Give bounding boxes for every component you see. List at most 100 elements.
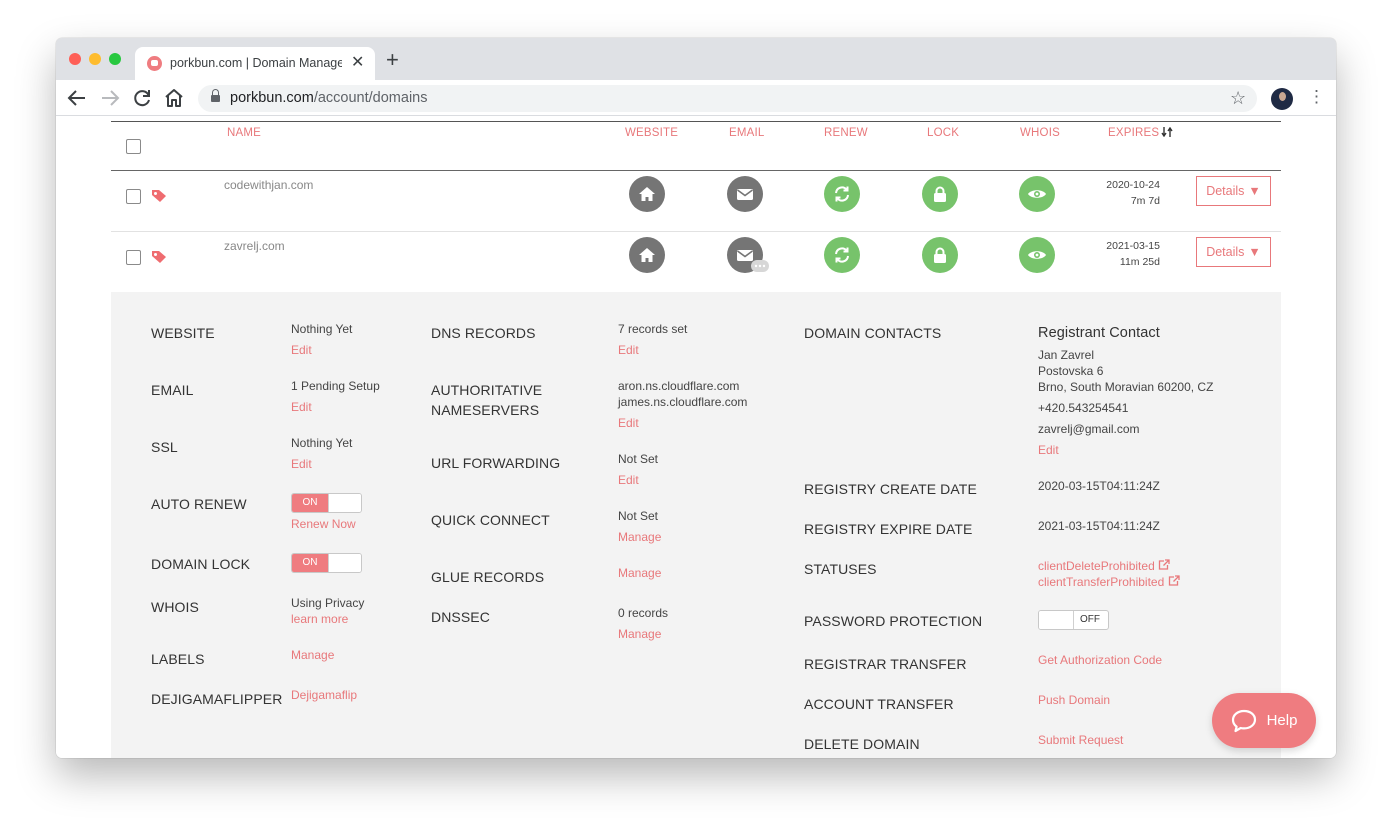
account-transfer-label: ACCOUNT TRANSFER — [804, 696, 954, 712]
renew-refresh-icon[interactable] — [824, 237, 860, 273]
caret-down-icon: ▼ — [1248, 184, 1261, 198]
domain-name[interactable]: codewithjan.com — [224, 178, 313, 192]
domain-lock-toggle[interactable]: ON — [291, 553, 362, 573]
caret-down-icon: ▼ — [1248, 245, 1261, 259]
column-header-email: EMAIL — [729, 127, 765, 139]
whois-eye-icon[interactable] — [1019, 176, 1055, 212]
status-client-transfer-prohibited[interactable]: clientTransferProhibited — [1038, 574, 1180, 590]
whois-eye-icon[interactable] — [1019, 237, 1055, 273]
renew-now-link[interactable]: Renew Now — [291, 516, 356, 532]
expires-cell: 2020-10-24 7m 7d — [1106, 179, 1160, 207]
registry-expire-date-label: REGISTRY EXPIRE DATE — [804, 521, 973, 537]
dns-records-label: DNS RECORDS — [431, 325, 536, 341]
lock-padlock-icon[interactable] — [922, 237, 958, 273]
back-arrow-icon[interactable] — [65, 86, 89, 110]
labels-manage-link[interactable]: Manage — [291, 647, 334, 663]
tag-icon[interactable] — [151, 250, 167, 264]
dejigamaflip-link[interactable]: Dejigamaflip — [291, 687, 357, 703]
nameservers-value: aron.ns.cloudflare.com james.ns.cloudflar… — [618, 379, 748, 409]
address-bar[interactable]: porkbun.com/account/domains — [198, 85, 1257, 112]
get-authorization-code-link[interactable]: Get Authorization Code — [1038, 652, 1162, 668]
row-checkbox[interactable] — [126, 189, 141, 204]
url-forwarding-label: URL FORWARDING — [431, 455, 561, 471]
reload-icon[interactable] — [130, 86, 154, 110]
url-forwarding-edit-link[interactable]: Edit — [618, 472, 639, 488]
close-window-button[interactable] — [69, 53, 81, 65]
lock-padlock-icon[interactable] — [922, 176, 958, 212]
forward-arrow-icon[interactable] — [98, 86, 122, 110]
details-button[interactable]: Details ▼ — [1196, 237, 1271, 267]
glue-records-label: GLUE RECORDS — [431, 569, 545, 585]
column-header-expires[interactable]: EXPIRES — [1108, 126, 1173, 139]
browser-menu-icon[interactable]: ⋮ — [1308, 87, 1325, 107]
glue-records-manage-link[interactable]: Manage — [618, 565, 661, 581]
website-home-icon[interactable] — [629, 237, 665, 273]
table-header-divider — [111, 170, 1281, 171]
tab-bar: porkbun.com | Domain Management ✕ + — [56, 38, 1336, 80]
registry-create-date-label: REGISTRY CREATE DATE — [804, 481, 977, 497]
push-domain-link[interactable]: Push Domain — [1038, 692, 1110, 708]
submit-request-link[interactable]: Submit Request — [1038, 732, 1123, 748]
dejigamaflipper-label: DEJIGAMAFLIPPER — [151, 691, 283, 707]
browser-tab[interactable]: porkbun.com | Domain Management ✕ — [135, 47, 375, 80]
header-divider — [111, 121, 1281, 122]
contact-name: Jan Zavrel — [1038, 348, 1095, 362]
column-header-renew: RENEW — [824, 127, 868, 139]
contacts-edit-link[interactable]: Edit — [1038, 442, 1059, 458]
browser-toolbar: porkbun.com/account/domains ☆ ⋮ — [56, 80, 1336, 116]
website-label: WEBSITE — [151, 325, 215, 341]
help-button[interactable]: Help — [1212, 693, 1316, 748]
statuses-label: STATUSES — [804, 561, 877, 577]
authoritative-nameservers-label: AUTHORITATIVE NAMESERVERS — [431, 382, 543, 418]
auto-renew-label: AUTO RENEW — [151, 496, 247, 512]
secure-lock-icon — [211, 89, 220, 103]
registrant-contact-title: Registrant Contact — [1038, 325, 1160, 341]
ssl-edit-link[interactable]: Edit — [291, 456, 312, 472]
email-value: 1 Pending Setup — [291, 379, 380, 393]
renew-refresh-icon[interactable] — [824, 176, 860, 212]
maximize-window-button[interactable] — [109, 53, 121, 65]
column-header-name[interactable]: NAME — [227, 127, 261, 139]
domain-name[interactable]: zavrelj.com — [224, 239, 285, 253]
quick-connect-value: Not Set — [618, 509, 659, 523]
password-protection-toggle[interactable]: OFF — [1038, 610, 1109, 630]
labels-label: LABELS — [151, 651, 205, 667]
email-envelope-icon[interactable] — [727, 176, 763, 212]
bookmark-star-icon[interactable]: ☆ — [1230, 88, 1246, 109]
contact-city: Brno, South Moravian 60200, CZ — [1038, 380, 1214, 394]
nameservers-edit-link[interactable]: Edit — [618, 415, 639, 431]
auto-renew-toggle[interactable]: ON — [291, 493, 362, 513]
quick-connect-label: QUICK CONNECT — [431, 512, 550, 528]
email-edit-link[interactable]: Edit — [291, 399, 312, 415]
dns-records-edit-link[interactable]: Edit — [618, 342, 639, 358]
row-checkbox[interactable] — [126, 250, 141, 265]
website-edit-link[interactable]: Edit — [291, 342, 312, 358]
website-value: Nothing Yet — [291, 322, 353, 336]
dnssec-manage-link[interactable]: Manage — [618, 626, 661, 642]
url-text: porkbun.com/account/domains — [230, 90, 428, 106]
profile-avatar[interactable] — [1271, 88, 1293, 110]
status-client-delete-prohibited[interactable]: clientDeleteProhibited — [1038, 558, 1170, 574]
porkbun-favicon-icon — [147, 56, 162, 71]
new-tab-icon[interactable]: + — [386, 49, 399, 71]
website-home-icon[interactable] — [629, 176, 665, 212]
close-tab-icon[interactable]: ✕ — [351, 52, 364, 72]
browser-window: porkbun.com | Domain Management ✕ + pork… — [56, 38, 1336, 758]
details-button[interactable]: Details ▼ — [1196, 176, 1271, 206]
dnssec-label: DNSSEC — [431, 609, 490, 625]
home-button-icon[interactable] — [162, 86, 186, 110]
external-link-icon — [1168, 575, 1180, 586]
column-header-whois: WHOIS — [1020, 127, 1060, 139]
email-label: EMAIL — [151, 382, 194, 398]
tab-title: porkbun.com | Domain Management — [170, 56, 342, 70]
whois-learn-more-link[interactable]: learn more — [291, 611, 348, 627]
domain-details-panel: WEBSITE Nothing Yet Edit EMAIL 1 Pending… — [111, 292, 1281, 758]
select-all-checkbox[interactable] — [126, 139, 141, 154]
quick-connect-manage-link[interactable]: Manage — [618, 529, 661, 545]
minimize-window-button[interactable] — [89, 53, 101, 65]
external-link-icon — [1158, 559, 1170, 570]
tag-icon[interactable] — [151, 189, 167, 203]
page-content: NAME WEBSITE EMAIL RENEW LOCK WHOIS EXPI… — [56, 117, 1336, 758]
sort-icon[interactable] — [1161, 126, 1173, 138]
registry-create-date-value: 2020-03-15T04:11:24Z — [1038, 479, 1160, 493]
